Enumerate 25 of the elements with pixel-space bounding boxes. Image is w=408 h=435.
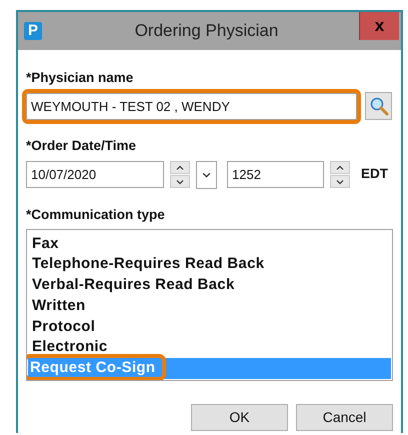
app-icon: P bbox=[24, 22, 42, 40]
field-label: *Order Date/Time bbox=[26, 137, 138, 156]
list-item[interactable]: Electronic bbox=[28, 337, 391, 358]
search-icon bbox=[368, 96, 388, 116]
cancel-button[interactable]: Cancel bbox=[296, 404, 393, 431]
dropdown-button[interactable] bbox=[196, 160, 217, 188]
spin-up-button[interactable] bbox=[170, 161, 190, 174]
spin-up-button[interactable] bbox=[330, 161, 350, 174]
date-field[interactable]: 10/07/2020 bbox=[26, 161, 164, 188]
close-button[interactable]: x bbox=[359, 12, 399, 40]
list-item[interactable]: Fax bbox=[28, 234, 391, 254]
search-button[interactable] bbox=[365, 92, 392, 120]
timezone-label: EDT bbox=[361, 165, 388, 184]
list-item[interactable]: Verbal-Requires Read Back bbox=[28, 275, 391, 296]
list-item[interactable]: Written bbox=[28, 296, 391, 317]
communication-type-list[interactable]: Fax Telephone-Requires Read Back Verbal-Requires Read Back Written Protocol Electronic Request Co-Sign bbox=[26, 228, 393, 381]
window-title: Ordering Physician bbox=[134, 20, 280, 42]
list-item[interactable]: Telephone-Requires Read Back bbox=[28, 254, 391, 276]
spin-down-button[interactable] bbox=[170, 175, 190, 188]
field-label: *Physician name bbox=[26, 69, 134, 87]
ok-button[interactable]: OK bbox=[191, 404, 288, 431]
field-label: *Communication type bbox=[26, 206, 166, 224]
time-field[interactable]: 1252 bbox=[227, 161, 324, 188]
list-item[interactable]: Protocol bbox=[28, 316, 391, 338]
spin-down-button[interactable] bbox=[330, 175, 350, 188]
